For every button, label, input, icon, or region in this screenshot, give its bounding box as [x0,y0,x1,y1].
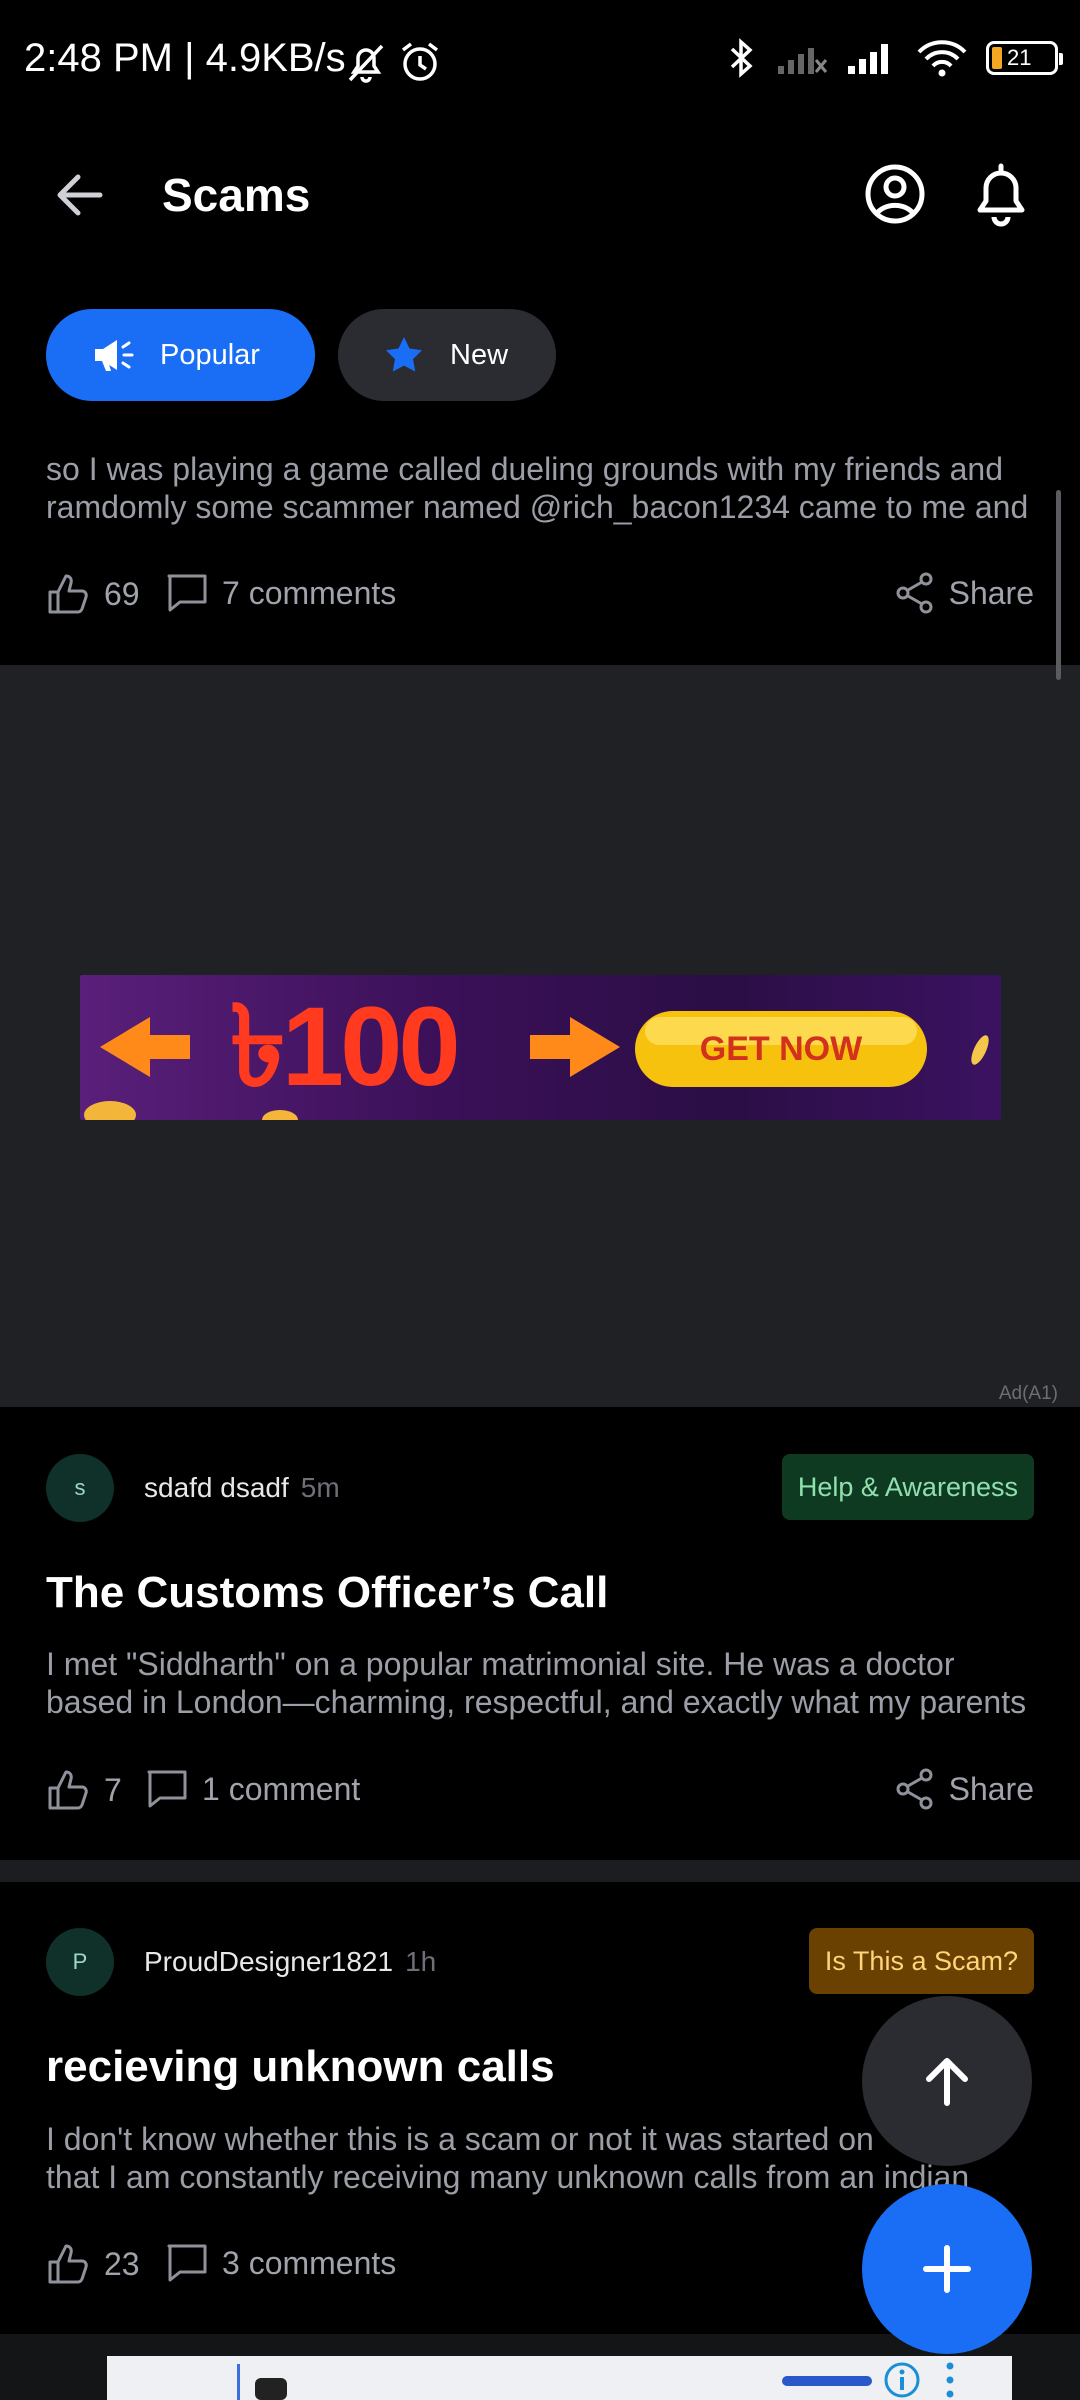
like-button[interactable]: 23 [46,2242,140,2286]
excerpt-line: ramdomly some scammer named @rich_bacon1… [46,489,1029,525]
comment-icon [167,2244,207,2282]
bottom-ad-banner[interactable] [107,2356,1012,2400]
comments-button[interactable]: 1 comment [146,1768,360,1810]
ad-more-icon[interactable] [943,2360,957,2400]
post-author[interactable]: ProudDesigner1821 1h [144,1946,436,1978]
author-name: ProudDesigner1821 [144,1946,394,1977]
post-title[interactable]: recieving unknown calls [46,2042,555,2092]
post-excerpt[interactable]: so I was playing a game called dueling g… [46,450,1036,526]
comments-button[interactable]: 7 comments [166,572,396,614]
ad-cta: GET NOW [699,1030,863,1068]
avatar[interactable]: P [46,1928,114,1996]
star-icon [386,337,422,372]
like-count: 69 [104,575,140,612]
thumbs-up-icon [48,2244,88,2284]
profile-icon[interactable] [864,163,926,225]
battery-level: 21 [1007,45,1032,70]
status-bar: 2:48 PM | 4.9KB/s 21 [0,0,1080,130]
tab-new[interactable]: New [338,309,556,401]
plus-icon [923,2245,971,2293]
share-icon [896,572,933,614]
ad-banner[interactable]: ৳100 GET NOW [80,975,1001,1120]
tab-popular-label: Popular [160,338,260,371]
create-post-button[interactable] [862,2184,1032,2354]
ad-container: ৳100 GET NOW Ad(A1) [0,665,1080,1407]
excerpt-line: based in London—charming, respectful, an… [46,1684,1027,1720]
signal-weak-icon [778,48,828,74]
bluetooth-icon [730,38,753,78]
ad-amount: ৳100 [230,984,461,1109]
post-title[interactable]: The Customs Officer’s Call [46,1568,608,1618]
comment-count: 3 comments [222,2244,397,2281]
ad-label: Ad(A1) [998,1383,1058,1404]
like-button[interactable]: 69 [46,572,140,616]
signal-strong-icon [848,44,888,74]
category-badge[interactable]: Help & Awareness [781,1454,1034,1520]
excerpt-line: that I am constantly receiving many unkn… [46,2159,970,2195]
post-time: 5m [300,1472,340,1503]
thumbs-up-icon [48,574,88,614]
post-author[interactable]: sdafd dsadf 5m [144,1472,340,1504]
like-button[interactable]: 7 [46,1768,122,1812]
ad-info-icon[interactable] [882,2360,922,2400]
back-arrow-icon[interactable] [50,165,110,225]
status-icons: 21 [724,38,1063,78]
comment-icon [167,574,207,612]
bottom-ad-decoration [107,2356,1012,2400]
share-icon [896,1768,933,1810]
tab-new-label: New [450,338,509,371]
post-divider [0,1860,1080,1882]
excerpt-line: I met "Siddharth" on a popular matrimoni… [46,1646,955,1682]
post-time: 1h [405,1946,437,1977]
author-name: sdafd dsadf [144,1472,289,1503]
notification-bell-icon[interactable] [970,160,1032,228]
battery-icon: 21 [986,41,1063,75]
excerpt-line: so I was playing a game called dueling g… [46,451,1003,487]
like-count: 23 [104,2245,140,2282]
category-badge[interactable]: Is This a Scam? [808,1928,1034,1994]
tab-popular[interactable]: Popular [46,309,315,401]
scrollbar[interactable] [1056,490,1061,680]
post-actions: 69 7 comments Share [46,572,1034,622]
share-button[interactable]: Share [895,572,1034,614]
page-title: Scams [162,169,311,221]
comment-count: 1 comment [202,1770,361,1807]
megaphone-icon [95,340,134,371]
app-bar: Scams [0,130,1080,260]
post-actions: 7 1 comment Share [46,1768,1034,1818]
comments-button[interactable]: 3 comments [166,2242,396,2284]
thumbs-up-icon [48,1770,88,1810]
post-excerpt[interactable]: I met "Siddharth" on a popular matrimoni… [46,1645,1036,1721]
like-count: 7 [104,1771,122,1808]
wifi-icon [917,40,967,77]
share-label: Share [948,1770,1034,1807]
avatar[interactable]: s [46,1454,114,1522]
arrow-up-icon [926,2058,968,2106]
share-label: Share [948,574,1034,611]
status-time-speed: 2:48 PM | 4.9KB/s [24,36,346,80]
comment-icon [147,1770,187,1808]
share-button[interactable]: Share [895,1768,1034,1810]
comment-count: 7 comments [222,574,397,611]
scroll-to-top-button[interactable] [862,1996,1032,2166]
bell-off-icon [348,44,384,83]
alarm-icon [401,42,439,81]
